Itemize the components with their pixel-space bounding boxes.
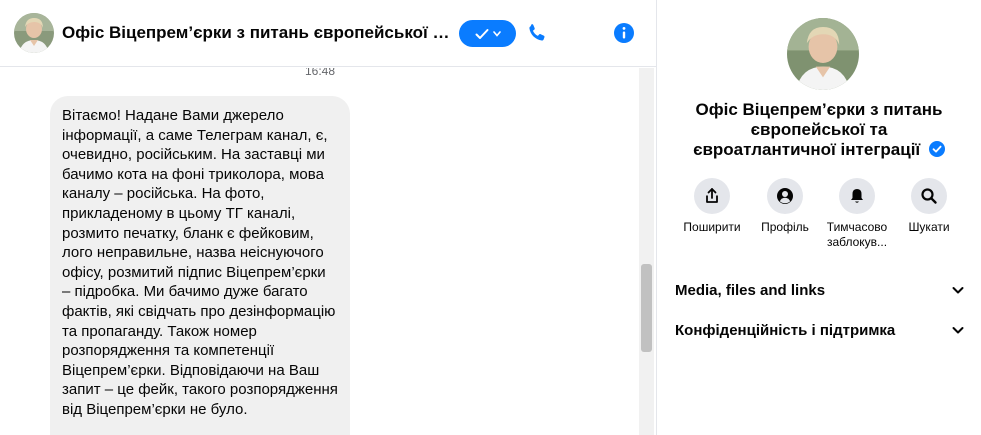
avatar[interactable] bbox=[14, 13, 54, 53]
message-bubble[interactable]: Вітаємо! Надане Вами джерело інформації,… bbox=[50, 96, 350, 435]
section-title: Конфіденційність і підтримка bbox=[675, 321, 896, 339]
chat-title[interactable]: Офіс Віцепрем’єрки з питань європейської… bbox=[62, 23, 454, 43]
section-title: Media, files and links bbox=[675, 281, 826, 299]
chevron-down-icon bbox=[492, 30, 501, 37]
avatar-photo bbox=[14, 13, 54, 53]
profile-name: Офіс Віцепрем’єрки з питань європейської… bbox=[677, 100, 961, 160]
mark-as-read-button[interactable] bbox=[459, 20, 516, 47]
mute-button[interactable]: Тимчасово заблокув... bbox=[819, 178, 895, 250]
profile-actions: Поширити Профіль Тимчасово заблокув... Ш… bbox=[671, 178, 971, 258]
message-timestamp: 16:48 bbox=[304, 68, 336, 78]
search-label: Шукати bbox=[908, 220, 950, 234]
search-icon-circle bbox=[911, 178, 947, 214]
share-label: Поширити bbox=[683, 220, 741, 234]
profile-avatar[interactable] bbox=[787, 18, 859, 90]
bell-icon-circle bbox=[839, 178, 875, 214]
section-privacy-support[interactable]: Конфіденційність і підтримка bbox=[665, 311, 975, 349]
search-icon bbox=[921, 188, 937, 204]
chat-pane: Офіс Віцепрем’єрки з питань європейської… bbox=[0, 0, 656, 435]
chevron-down-icon bbox=[952, 287, 964, 294]
share-icon bbox=[706, 188, 718, 203]
section-media-files-links[interactable]: Media, files and links bbox=[665, 271, 975, 309]
verified-badge-icon bbox=[928, 141, 945, 157]
share-icon-circle bbox=[694, 178, 730, 214]
profile-name-text: Офіс Віцепрем’єрки з питань європейської… bbox=[693, 100, 943, 159]
chat-header: Офіс Віцепрем’єрки з питань європейської… bbox=[0, 0, 656, 67]
mute-label: Тимчасово заблокув... bbox=[826, 220, 888, 249]
messenger-window: Офіс Віцепрем’єрки з питань європейської… bbox=[0, 0, 981, 435]
search-button[interactable]: Шукати bbox=[891, 178, 967, 235]
message-list[interactable]: 16:48 Вітаємо! Надане Вами джерело інфор… bbox=[0, 68, 640, 435]
phone-icon bbox=[529, 24, 545, 41]
chevron-down-icon bbox=[952, 327, 964, 334]
voice-call-button[interactable] bbox=[525, 21, 549, 45]
profile-label: Профіль bbox=[761, 220, 809, 234]
message-scrollbar[interactable] bbox=[639, 68, 654, 435]
profile-icon bbox=[777, 188, 793, 204]
profile-icon-circle bbox=[767, 178, 803, 214]
avatar-photo bbox=[787, 18, 859, 90]
profile-button[interactable]: Профіль bbox=[747, 178, 823, 235]
bell-icon bbox=[851, 189, 863, 203]
checkmark-icon bbox=[475, 28, 488, 39]
conversation-info-button[interactable] bbox=[613, 22, 635, 44]
conversation-info-pane: Офіс Віцепрем’єрки з питань європейської… bbox=[657, 0, 981, 435]
scrollbar-thumb[interactable] bbox=[641, 264, 652, 352]
info-icon bbox=[614, 23, 634, 43]
share-button[interactable]: Поширити bbox=[674, 178, 750, 235]
